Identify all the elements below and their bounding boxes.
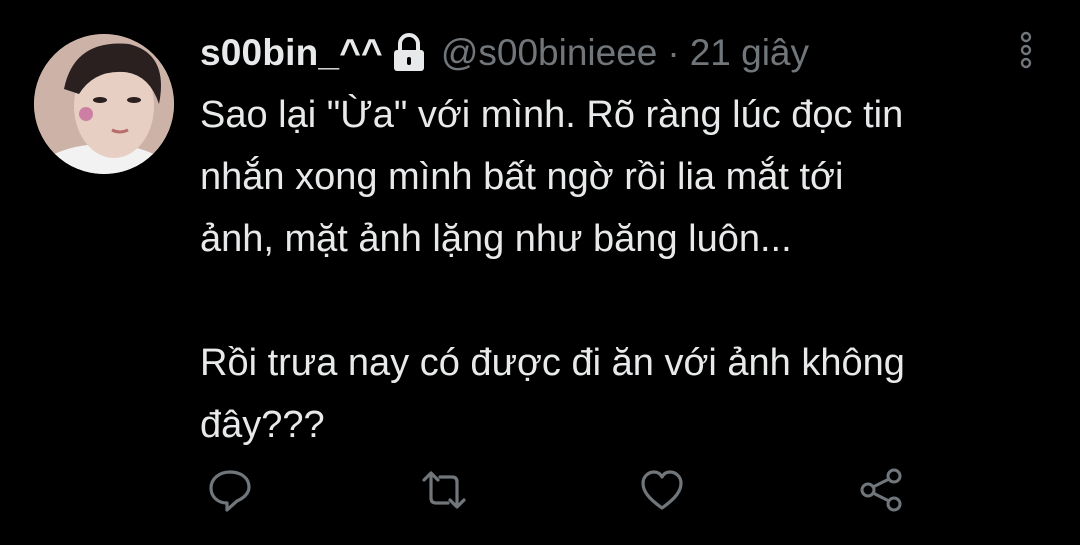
separator-dot: · — [667, 32, 680, 73]
more-vertical-icon[interactable] — [1014, 30, 1038, 70]
tweet-paragraph: Rồi trưa nay có được đi ăn với ảnh không… — [200, 342, 905, 446]
share-icon[interactable] — [858, 466, 906, 514]
reply-icon[interactable] — [206, 466, 254, 514]
retweet-icon[interactable] — [420, 466, 468, 514]
action-bar — [0, 466, 1080, 516]
timestamp[interactable]: 21 giây — [690, 32, 809, 74]
tweet-header: s00bin_^^ @s00binieee · 21 giây — [200, 30, 809, 76]
avatar[interactable] — [34, 34, 174, 174]
tweet-text: Sao lại "Ừa" với mình. Rõ ràng lúc đọc t… — [200, 84, 1030, 456]
lock-icon — [391, 33, 427, 73]
display-name[interactable]: s00bin_^^ — [200, 32, 383, 74]
tweet: s00bin_^^ @s00binieee · 21 giây Sao lại … — [0, 0, 1080, 545]
heart-icon[interactable] — [638, 466, 686, 514]
avatar-image — [34, 34, 174, 174]
tweet-paragraph: Sao lại "Ừa" với mình. Rõ ràng lúc đọc t… — [200, 94, 904, 260]
user-handle[interactable]: @s00binieee — [441, 32, 658, 74]
